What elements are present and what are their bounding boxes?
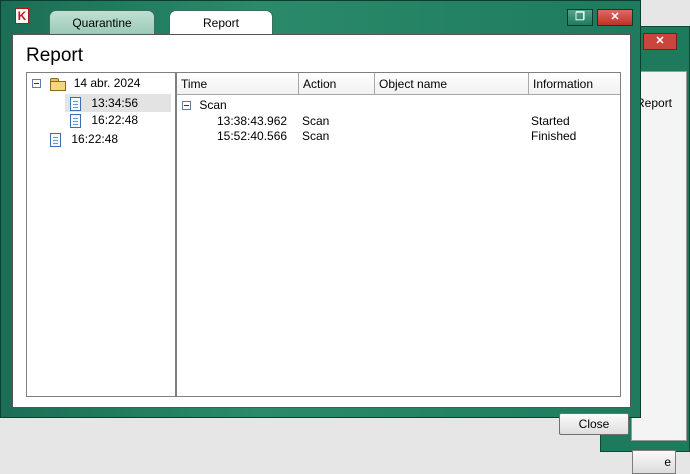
document-icon <box>50 132 61 147</box>
background-button[interactable]: e <box>632 450 676 474</box>
folder-icon <box>50 77 67 91</box>
tab-report-label: Report <box>202 16 240 30</box>
close-icon: ✕ <box>610 11 620 23</box>
window-close-button[interactable]: ✕ <box>597 9 633 26</box>
cell-time: 13:38:43.962 <box>217 114 288 128</box>
tree-item-report-1[interactable]: 13:34:56 <box>65 94 171 112</box>
tree-item-label: 13:34:56 <box>91 96 139 110</box>
restore-button[interactable]: ❐ <box>567 9 593 26</box>
report-tree[interactable]: 14 abr. 2024 13:34:56 16:22:48 16:22:48 <box>26 72 176 397</box>
close-button[interactable]: Close <box>559 413 629 435</box>
column-header-information[interactable]: Information <box>529 73 620 95</box>
cell-action: Scan <box>302 129 330 143</box>
tree-item-label: 14 abr. 2024 <box>73 76 141 90</box>
kaspersky-app-icon: K <box>15 8 29 24</box>
column-header-time[interactable]: Time <box>177 73 299 95</box>
tree-item-report-2[interactable]: 16:22:48 <box>65 111 138 129</box>
report-window: K Quarantine Report ❐ ✕ Report 14 abr. 2… <box>0 0 641 418</box>
tree-item-label: 16:22:48 <box>91 113 139 127</box>
report-panel: Report 14 abr. 2024 13:34:56 16:22:48 16… <box>12 34 631 408</box>
tree-item-report-3[interactable]: 16:22:48 <box>50 130 118 148</box>
column-header-object-name[interactable]: Object name <box>375 73 529 95</box>
tab-quarantine[interactable]: Quarantine <box>49 10 155 34</box>
collapse-icon[interactable] <box>182 101 191 111</box>
restore-icon: ❐ <box>575 11 585 23</box>
cell-info: Started <box>531 114 570 128</box>
column-header-action[interactable]: Action <box>299 73 375 95</box>
cell-info: Finished <box>531 129 577 143</box>
group-label: Scan <box>199 98 227 112</box>
background-title: Report <box>636 96 673 110</box>
events-list[interactable]: Time Action Object name Information Scan… <box>176 72 621 397</box>
collapse-icon[interactable] <box>32 79 41 89</box>
cell-action: Scan <box>302 114 330 128</box>
tree-item-date[interactable]: 14 abr. 2024 <box>32 74 140 92</box>
document-icon <box>70 113 81 128</box>
table-row[interactable]: 15:52:40.566 Scan Finished <box>177 129 620 144</box>
tab-report[interactable]: Report <box>169 10 273 36</box>
group-row-scan[interactable]: Scan <box>182 98 227 113</box>
page-title: Report <box>26 45 84 66</box>
cell-time: 15:52:40.566 <box>217 129 288 143</box>
tree-item-label: 16:22:48 <box>71 132 119 146</box>
document-icon <box>70 96 81 111</box>
background-close-button[interactable]: ✕ <box>643 33 677 50</box>
tab-quarantine-label: Quarantine <box>72 16 132 30</box>
table-row[interactable]: 13:38:43.962 Scan Started <box>177 114 620 129</box>
